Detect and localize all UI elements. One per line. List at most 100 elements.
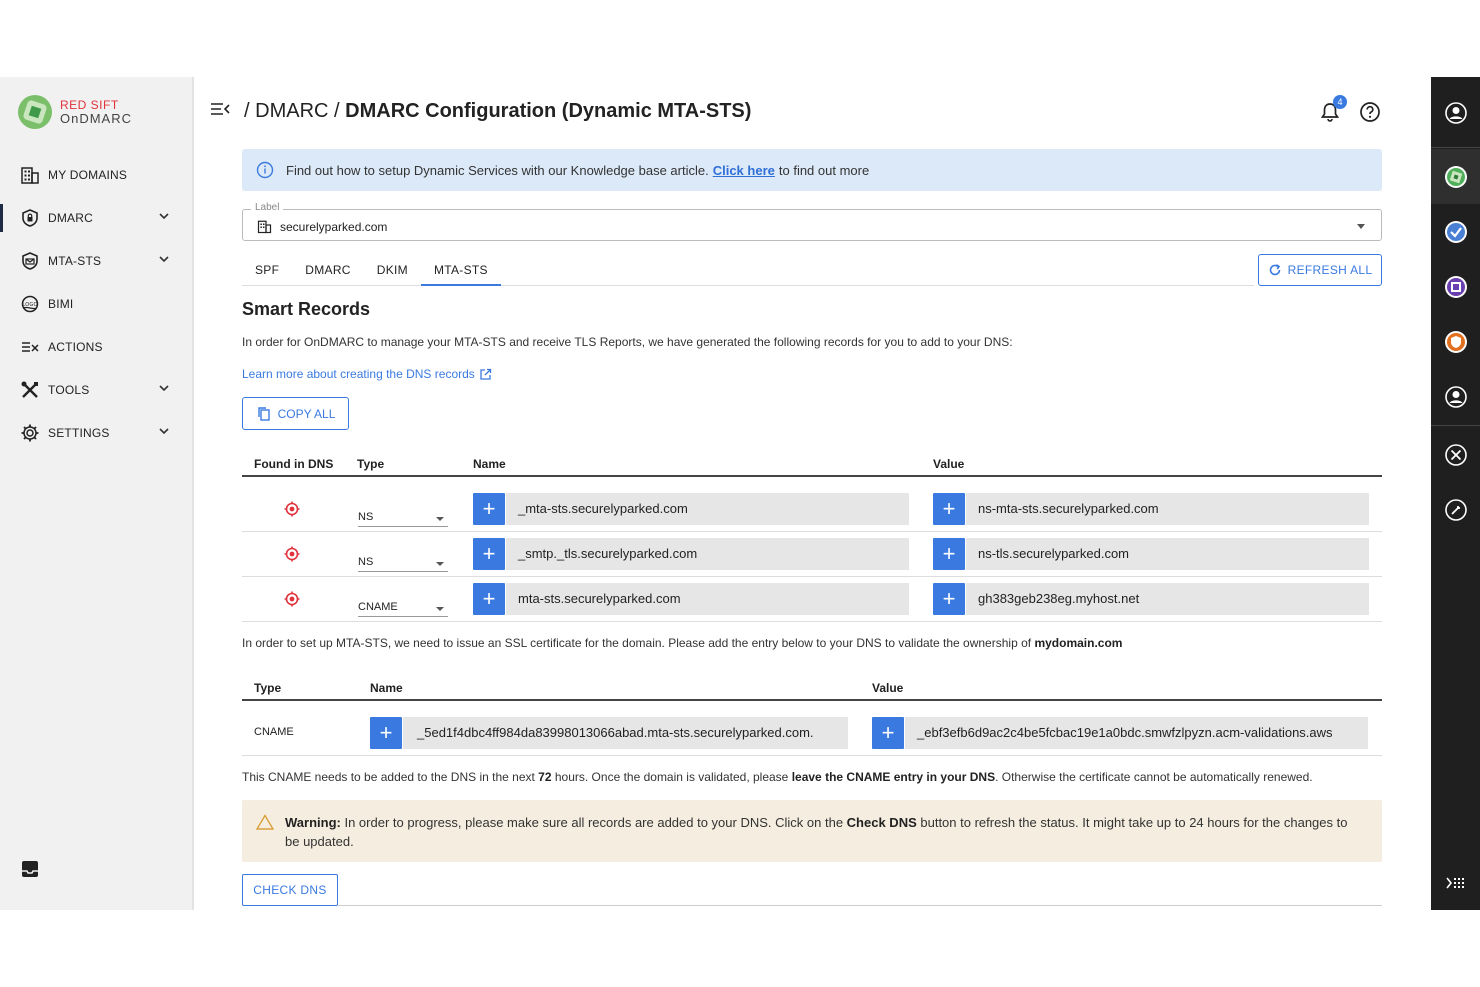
check-dns-button[interactable]: CHECK DNS (242, 874, 338, 906)
sidebar-item-label: SETTINGS (48, 425, 110, 440)
help-icon[interactable] (1359, 101, 1381, 128)
table-row: NS + _smtp._tls.securelyparked.com + ns-… (242, 532, 1382, 577)
copy-name-button[interactable]: + (473, 493, 505, 525)
brand-logo[interactable]: RED SIFT OnDMARC (18, 95, 132, 129)
gear-icon (20, 423, 40, 443)
record-type-value: NS (358, 556, 374, 568)
copy-all-button[interactable]: COPY ALL (242, 397, 349, 430)
bimi-logo-icon: LOGO (20, 294, 40, 314)
brand-trust-app-button[interactable] (1431, 259, 1480, 314)
rail-divider (1431, 147, 1480, 148)
copy-name-button[interactable]: + (473, 538, 505, 570)
ssl-record-value[interactable]: _ebf3efb6d9ac2c4be5fcbac19e1a0bdc.smwfzl… (905, 717, 1368, 749)
sidebar-item-label: MY DOMAINS (48, 167, 128, 182)
team-app-button[interactable] (1431, 369, 1480, 424)
table-row: CNAME + _5ed1f4dbc4ff984da83998013066aba… (242, 711, 1382, 756)
inbox-icon[interactable] (20, 859, 40, 884)
oninbox-app-button[interactable] (1431, 204, 1480, 259)
record-type-value: NS (358, 511, 374, 523)
sidebar-item-label: ACTIONS (48, 339, 103, 354)
banner-text: Find out how to setup Dynamic Services w… (286, 162, 709, 178)
record-type-select[interactable]: NS (358, 550, 448, 572)
certificates-app-button[interactable] (1431, 314, 1480, 369)
record-name[interactable]: mta-sts.securelyparked.com (506, 583, 909, 615)
tab-spf[interactable]: SPF (242, 252, 292, 286)
domain-select[interactable]: Label securelyparked.com (242, 202, 1382, 241)
sidebar: RED SIFT OnDMARC MY DOMAINS DMARC MTA-ST… (0, 77, 194, 910)
tab-dkim[interactable]: DKIM (364, 252, 421, 286)
ssl-record-name[interactable]: _5ed1f4dbc4ff984da83998013066abad.mta-st… (403, 717, 848, 749)
account-button[interactable] (1431, 85, 1480, 140)
not-found-target-icon (284, 501, 300, 522)
warning-banner: Warning: In order to progress, please ma… (242, 800, 1382, 862)
record-type-select[interactable]: NS (358, 505, 448, 527)
record-type-select[interactable]: CNAME (358, 595, 448, 617)
copy-value-button[interactable]: + (933, 493, 965, 525)
ssl-domain: mydomain.com (1034, 636, 1123, 650)
warning-triangle-icon (255, 814, 275, 835)
brand-line1: RED SIFT (60, 98, 119, 112)
notifications-button[interactable]: 4 (1319, 95, 1347, 128)
copy-value-button[interactable]: + (933, 583, 965, 615)
launch-rail-button[interactable] (1431, 482, 1480, 537)
tools-rail-icon (1444, 443, 1467, 466)
col-type: Type (357, 457, 385, 471)
table-row: CNAME + mta-sts.securelyparked.com + gh3… (242, 577, 1382, 622)
oninbox-app-icon (1444, 220, 1467, 243)
user-icon (1444, 101, 1467, 124)
collapse-menu-icon[interactable] (210, 99, 230, 124)
expand-grid-icon (1445, 877, 1464, 888)
tab-dmarc[interactable]: DMARC (292, 252, 364, 286)
sidebar-item-actions[interactable]: ACTIONS (0, 325, 192, 368)
info-icon (256, 161, 274, 179)
domain-select-value: securelyparked.com (280, 219, 388, 234)
main-content: / DMARC / DMARC Configuration (Dynamic M… (196, 77, 1431, 910)
copy-value-button[interactable]: + (872, 717, 904, 749)
shield-lock-icon (20, 208, 40, 228)
record-name[interactable]: _mta-sts.securelyparked.com (506, 493, 909, 525)
domain-select-label: Label (251, 202, 284, 213)
sidebar-item-my-domains[interactable]: MY DOMAINS (0, 153, 192, 196)
sidebar-item-settings[interactable]: SETTINGS (0, 411, 192, 454)
learn-more-label: Learn more about creating the DNS record… (242, 367, 475, 381)
sidebar-item-label: BIMI (48, 296, 74, 311)
table-row: NS + _mta-sts.securelyparked.com + ns-mt… (242, 487, 1382, 532)
copy-name-button[interactable]: + (370, 717, 402, 749)
info-banner: Find out how to setup Dynamic Services w… (242, 149, 1382, 191)
chevron-down-icon (158, 210, 170, 225)
record-tabs: SPF DMARC DKIM MTA-STS (242, 252, 1254, 286)
expand-rail-button[interactable] (1431, 855, 1480, 910)
sidebar-item-tools[interactable]: TOOLS (0, 368, 192, 411)
breadcrumb-dmarc[interactable]: DMARC (255, 100, 328, 122)
brand-line2: OnDMARC (60, 111, 133, 126)
sidebar-item-dmarc[interactable]: DMARC (0, 196, 192, 239)
building-icon (257, 220, 272, 234)
col-value: Value (872, 681, 904, 695)
learn-more-link[interactable]: Learn more about creating the DNS record… (242, 367, 492, 381)
notification-badge: 4 (1333, 95, 1347, 109)
ondmarc-app-button[interactable] (1431, 149, 1480, 204)
refresh-all-button[interactable]: REFRESH ALL (1258, 254, 1382, 286)
copy-icon (257, 406, 270, 421)
record-value[interactable]: ns-mta-sts.securelyparked.com (966, 493, 1369, 525)
tools-rail-button[interactable] (1431, 427, 1480, 482)
tab-mta-sts[interactable]: MTA-STS (420, 252, 501, 286)
copy-name-button[interactable]: + (473, 583, 505, 615)
ssl-instructions-text: In order to set up MTA-STS, we need to i… (242, 636, 1032, 650)
sidebar-item-bimi[interactable]: LOGO BIMI (0, 282, 192, 325)
team-user-icon (1444, 385, 1467, 408)
refresh-all-label: REFRESH ALL (1287, 263, 1373, 277)
rocket-icon (1444, 498, 1467, 521)
copy-value-button[interactable]: + (933, 538, 965, 570)
record-value[interactable]: ns-tls.securelyparked.com (966, 538, 1369, 570)
building-icon (20, 165, 40, 185)
ondmarc-app-icon (1444, 165, 1467, 188)
record-name[interactable]: _smtp._tls.securelyparked.com (506, 538, 909, 570)
knowledge-base-link[interactable]: Click here (713, 163, 775, 178)
record-value[interactable]: gh383geb238eg.myhost.net (966, 583, 1369, 615)
dropdown-caret-icon (436, 562, 444, 566)
sidebar-item-mta-sts[interactable]: MTA-STS (0, 239, 192, 282)
redsift-logo-icon (18, 95, 52, 129)
section-title: Smart Records (242, 299, 371, 319)
breadcrumb-separator: / (244, 100, 250, 122)
